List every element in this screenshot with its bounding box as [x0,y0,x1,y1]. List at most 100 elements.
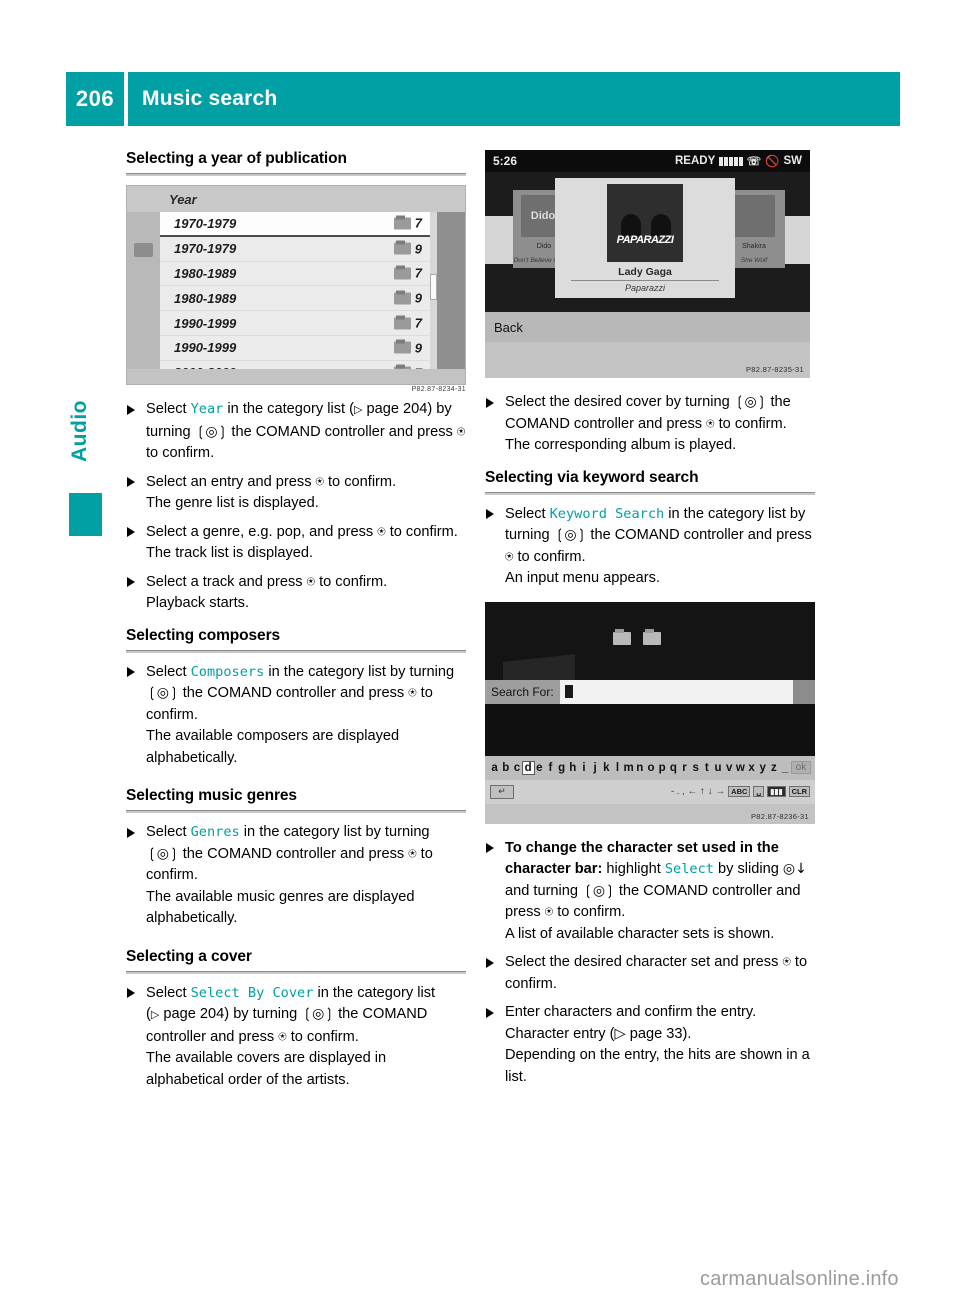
function-bar[interactable]: ↵ - . , ← ↑ ↓ → ABC ␣ ▮▮▮ CLR [485,779,815,804]
punctuation-keys[interactable]: - . , [671,786,685,797]
source-count: 7 [393,265,422,281]
character-key[interactable]: k [601,762,612,774]
steps-keyword-search: Select Keyword Search in the category li… [485,504,815,590]
scrollbar-thumb[interactable] [430,274,437,300]
cover-flow-body: Dido Dido Don't Believe in Love Shakira … [485,172,810,312]
body-text: the COMAND controller and press [178,685,409,701]
character-key[interactable]: q [668,762,679,774]
year-list-right-panel [437,212,465,384]
character-key[interactable]: d [521,760,535,775]
page-reference[interactable]: ▷ page 204 [354,401,427,417]
figure-caption: P82.87-8236-31 [751,811,809,821]
character-key[interactable]: r [679,762,690,774]
step-result-text: Depending on the entry, the hits are sho… [505,1047,810,1085]
body-text: Select [146,401,191,417]
character-key[interactable]: i [578,762,589,774]
year-list-row[interactable]: 1980-1989 9 [160,286,430,312]
character-key[interactable]: p [657,762,668,774]
figure-caption: P82.87-8234-31 [411,386,466,393]
character-key[interactable]: g [556,762,567,774]
function-keys: - . , ← ↑ ↓ → ABC ␣ ▮▮▮ CLR [671,786,810,797]
character-key[interactable]: j [590,762,601,774]
delete-key[interactable]: ▮▮▮ [767,786,786,797]
body-text: in the category list ( [223,401,354,417]
count-value: 9 [414,340,422,356]
abc-key[interactable]: ABC [728,786,751,797]
search-input[interactable] [559,679,793,704]
character-key[interactable]: x [746,762,757,774]
year-list-rows[interactable]: 1970-1979 7 1970-1979 9 1980-1989 7 1980-1989 9… [160,212,430,384]
turn-controller-icon: ❲◎❳ [146,845,180,862]
ok-button[interactable]: ok [790,761,812,774]
year-list-row[interactable]: 1970-1979 7 [160,212,430,237]
character-key[interactable]: f [545,762,556,774]
steps-year: Select Year in the category list (▷ page… [126,399,466,615]
menu-item-reference[interactable]: Select By Cover [191,985,314,1001]
menu-item-reference[interactable]: Keyword Search [550,506,665,522]
arrow-right-icon[interactable]: → [716,786,726,797]
back-icon[interactable]: ↵ [490,784,514,799]
body-text: and turning [505,882,583,899]
phone-icon: ☏ [746,156,762,168]
character-key[interactable]: u [712,762,723,774]
selected-track: Paparazzi [624,283,666,293]
character-key[interactable]: v [724,762,735,774]
source-icons [613,628,661,645]
character-bar[interactable]: a b c d e f g h i j k l m n o p q r s t u v w x y z _ ok [485,755,815,780]
year-list-row[interactable]: 1970-1979 9 [160,237,430,262]
section-keyword-search: Selecting via keyword search Select Keyw… [485,469,815,590]
character-key[interactable]: l [612,762,623,774]
character-key[interactable]: c [511,762,522,774]
heading-rule [126,173,466,176]
section-heading: Selecting a cover [126,947,252,965]
character-key[interactable]: h [567,762,578,774]
space-key[interactable]: ␣ [753,786,765,797]
character-key[interactable]: m [623,762,634,774]
section-heading: Selecting composers [126,626,281,644]
page-reference[interactable]: ▷ page 204 [151,1006,224,1022]
arrow-up-icon[interactable]: ↑ [700,786,705,797]
menu-item-reference[interactable]: Year [191,401,224,417]
comand-year-screen: Year 1970-1979 7 1970-1979 9 1980-1989 7 1980-… [126,185,466,385]
back-arrow-icon[interactable] [134,243,153,257]
year-list-row[interactable]: 1980-1989 7 [160,262,430,287]
cover-card-selected[interactable]: PAPARAZZI Lady Gaga Paparazzi [555,178,735,298]
character-key[interactable]: n [634,762,645,774]
year-list-row[interactable]: 1990-1999 7 [160,311,430,336]
search-bar-tail [793,679,815,704]
character-key[interactable]: z [768,762,779,774]
figure-caption-band [127,369,465,384]
character-key[interactable]: o [645,762,656,774]
character-key[interactable]: t [701,762,712,774]
search-bar[interactable]: Search For: [485,679,815,704]
arrow-down-icon[interactable]: ↓ [708,786,713,797]
turn-controller-icon: ❲◎❳ [194,423,229,440]
arrow-left-icon[interactable]: ← [688,786,698,797]
back-button[interactable]: Back [485,312,810,342]
character-key[interactable]: s [690,762,701,774]
character-key[interactable]: b [500,762,511,774]
heading-rule [126,970,466,974]
source-count: 9 [393,290,422,306]
body-text: ) by turning [224,1006,302,1022]
section-composers: Selecting composers Select Composers in … [126,627,466,770]
character-key[interactable]: e [534,762,545,774]
heading-rule [126,649,466,653]
menu-item-reference[interactable]: Composers [191,664,265,680]
year-list-row[interactable]: 1990-1999 9 [160,336,430,361]
press-controller-icon: ⍟ [544,904,554,920]
press-controller-icon: ⍟ [377,523,386,540]
character-key[interactable]: a [489,762,500,774]
menu-item-reference[interactable]: Genres [191,824,240,840]
character-key[interactable]: w [735,762,746,774]
usb-source-icon [643,628,661,645]
character-key[interactable]: y [757,762,768,774]
instruction-step: Select Genres in the category list by tu… [126,822,466,930]
comand-cover-flow-screen: 5:26 READY ☏ 🚫 SW Dido Dido Don't Believ [485,150,810,378]
figure-cover-flow: 5:26 READY ☏ 🚫 SW Dido Dido Don't Believ [485,150,815,378]
year-label: 1990-1999 [174,340,237,356]
menu-item-reference[interactable]: Select [665,861,714,877]
clear-key[interactable]: CLR [788,786,810,797]
character-key[interactable]: _ [779,762,790,774]
body-text: Select an entry and press [146,473,316,490]
